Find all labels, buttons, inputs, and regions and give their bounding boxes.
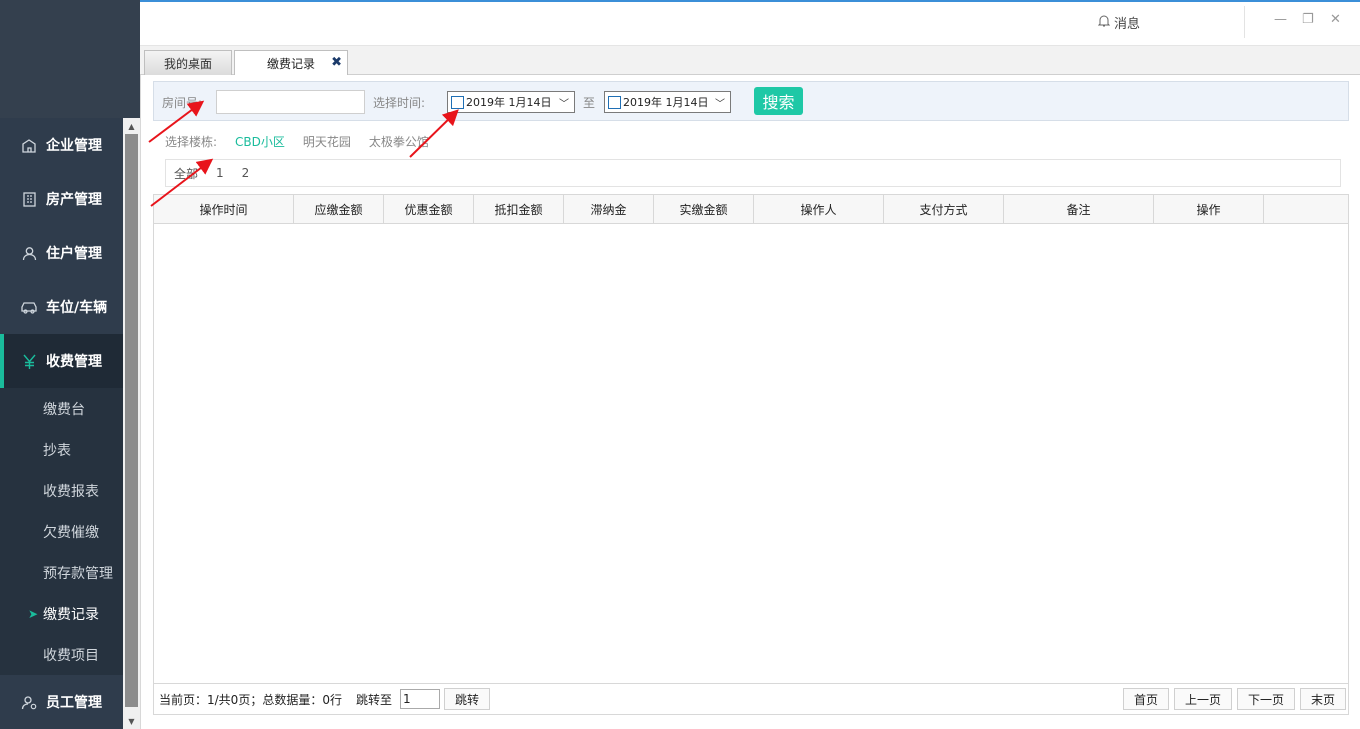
records-table: 操作时间 应缴金额 优惠金额 抵扣金额 滞纳金 实缴金额 操作人 支付方式 备注… [153,194,1349,715]
messages-button[interactable]: 消息 [1097,13,1141,32]
date-to-picker[interactable]: 2019年 1月14日 ﹀ [604,91,731,113]
sidebar-item-label: 员工管理 [46,695,102,711]
building-icon [20,190,38,208]
room-number-input[interactable] [216,90,365,114]
staff-icon [20,693,38,711]
building-option-taiji[interactable]: 太极拳公馆 [369,133,429,150]
sidebar-item-enterprise[interactable]: 企业管理 [0,118,123,172]
current-arrow-icon: ➤ [28,606,39,621]
scroll-down-icon[interactable]: ▼ [123,713,140,729]
submenu-item-arrears[interactable]: 欠费催缴 [0,511,123,552]
top-bar: 消息 — ❐ ✕ [140,0,1360,46]
bell-icon [1097,14,1111,31]
sidebar-item-resident[interactable]: 住户管理 [0,226,123,280]
car-icon [20,298,38,316]
sidebar-item-label: 车位/车辆 [46,300,108,316]
filter-unit-2[interactable]: 2 [242,166,250,180]
column-header[interactable]: 备注 [1004,195,1154,223]
sidebar-item-label: 房产管理 [46,192,102,208]
date-to-checkbox[interactable] [608,95,621,109]
sidebar-item-label: 住户管理 [46,246,102,262]
first-page-button[interactable]: 首页 [1122,688,1169,710]
scroll-up-icon[interactable]: ▲ [123,118,140,134]
jump-button[interactable]: 跳转 [443,688,490,710]
prev-page-button[interactable]: 上一页 [1173,688,1232,710]
column-header[interactable]: 应缴金额 [294,195,384,223]
submenu-item-prepayment[interactable]: 预存款管理 [0,552,123,593]
chevron-down-icon: ﹀ [559,99,569,110]
building-option-cbd[interactable]: CBD小区 [235,133,285,150]
submenu-item-payment-records[interactable]: ➤ 缴费记录 [0,593,123,634]
column-header[interactable]: 操作人 [754,195,884,223]
column-header[interactable]: 支付方式 [884,195,1004,223]
last-page-button[interactable]: 末页 [1299,688,1346,710]
sidebar-item-property[interactable]: 房产管理 [0,172,123,226]
filter-unit-1[interactable]: 1 [216,166,224,180]
jump-label: 跳转至 [355,692,392,707]
column-header[interactable]: 操作 [1154,195,1264,223]
building-option-mingtian[interactable]: 明天花园 [303,133,351,150]
tab-desktop[interactable]: 我的桌面 [144,50,232,75]
scroll-thumb[interactable] [125,134,138,707]
tab-bar: 我的桌面 缴费记录 ✖ [140,46,1360,76]
table-header: 操作时间 应缴金额 优惠金额 抵扣金额 滞纳金 实缴金额 操作人 支付方式 备注… [154,195,1348,224]
date-from-picker[interactable]: 2019年 1月14日 ﹀ [447,91,575,113]
page-status: 当前页：1/共0页；总数据量：0行 [159,692,342,707]
date-from-checkbox[interactable] [451,95,464,109]
topbar-divider [1244,6,1245,38]
column-header[interactable]: 实缴金额 [654,195,754,223]
sidebar-menu: 企业管理 房产管理 住户管理 车位/车辆 收费管理 缴费台 抄表 收费报表 欠费… [0,118,123,729]
sidebar-item-parking[interactable]: 车位/车辆 [0,280,123,334]
main-content: 房间号: 选择时间: 2019年 1月14日 ﹀ 至 2019年 1月14日 ﹀… [140,75,1360,729]
column-header[interactable]: 操作时间 [154,195,294,223]
sidebar-item-label: 收费管理 [46,354,102,370]
to-label: 至 [583,96,596,110]
pagination: 首页 上一页 下一页 末页 [1122,688,1346,710]
room-label: 房间号: [162,96,203,110]
filter-all[interactable]: 全部 [174,165,198,182]
building-label: 选择楼栋: [165,135,218,149]
fees-submenu: 缴费台 抄表 收费报表 欠费催缴 预存款管理 ➤ 缴费记录 收费项目 [0,388,123,675]
logo-area [0,0,140,118]
submenu-item-payment-desk[interactable]: 缴费台 [0,388,123,429]
yen-icon [20,352,38,370]
next-page-button[interactable]: 下一页 [1236,688,1295,710]
search-panel: 房间号: 选择时间: 2019年 1月14日 ﹀ 至 2019年 1月14日 ﹀… [153,81,1349,121]
sidebar-scrollbar[interactable]: ▲ ▼ [123,118,140,729]
app-window: 企业管理 房产管理 住户管理 车位/车辆 收费管理 缴费台 抄表 收费报表 欠费… [0,0,1360,729]
submenu-item-fee-items[interactable]: 收费项目 [0,634,123,675]
enterprise-icon [20,136,38,154]
submenu-item-fee-report[interactable]: 收费报表 [0,470,123,511]
column-header[interactable]: 滞纳金 [564,195,654,223]
resident-icon [20,244,38,262]
building-selector: 选择楼栋: CBD小区 明天花园 太极拳公馆 [165,133,429,150]
search-button[interactable]: 搜索 [754,87,803,115]
restore-icon[interactable]: ❐ [1302,12,1314,27]
messages-label: 消息 [1114,17,1141,32]
sidebar-item-fees[interactable]: 收费管理 [0,334,123,388]
table-footer: 当前页：1/共0页；总数据量：0行 跳转至 1 跳转 首页 上一页 下一页 末页 [154,683,1348,714]
close-icon[interactable]: ✕ [1330,12,1341,27]
sidebar: 企业管理 房产管理 住户管理 车位/车辆 收费管理 缴费台 抄表 收费报表 欠费… [0,0,140,729]
submenu-item-meter-reading[interactable]: 抄表 [0,429,123,470]
jump-page-input[interactable]: 1 [399,689,440,709]
sidebar-item-staff[interactable]: 员工管理 [0,675,123,729]
unit-filter-bar: 全部 1 2 [165,159,1341,187]
minimize-icon[interactable]: — [1274,12,1287,27]
column-header[interactable]: 抵扣金额 [474,195,564,223]
chevron-down-icon: ﹀ [715,99,725,110]
sidebar-item-label: 企业管理 [46,138,102,154]
tab-payment-records[interactable]: 缴费记录 ✖ [234,50,348,76]
time-label: 选择时间: [373,96,426,110]
tab-close-icon[interactable]: ✖ [331,55,342,70]
column-header[interactable]: 优惠金额 [384,195,474,223]
